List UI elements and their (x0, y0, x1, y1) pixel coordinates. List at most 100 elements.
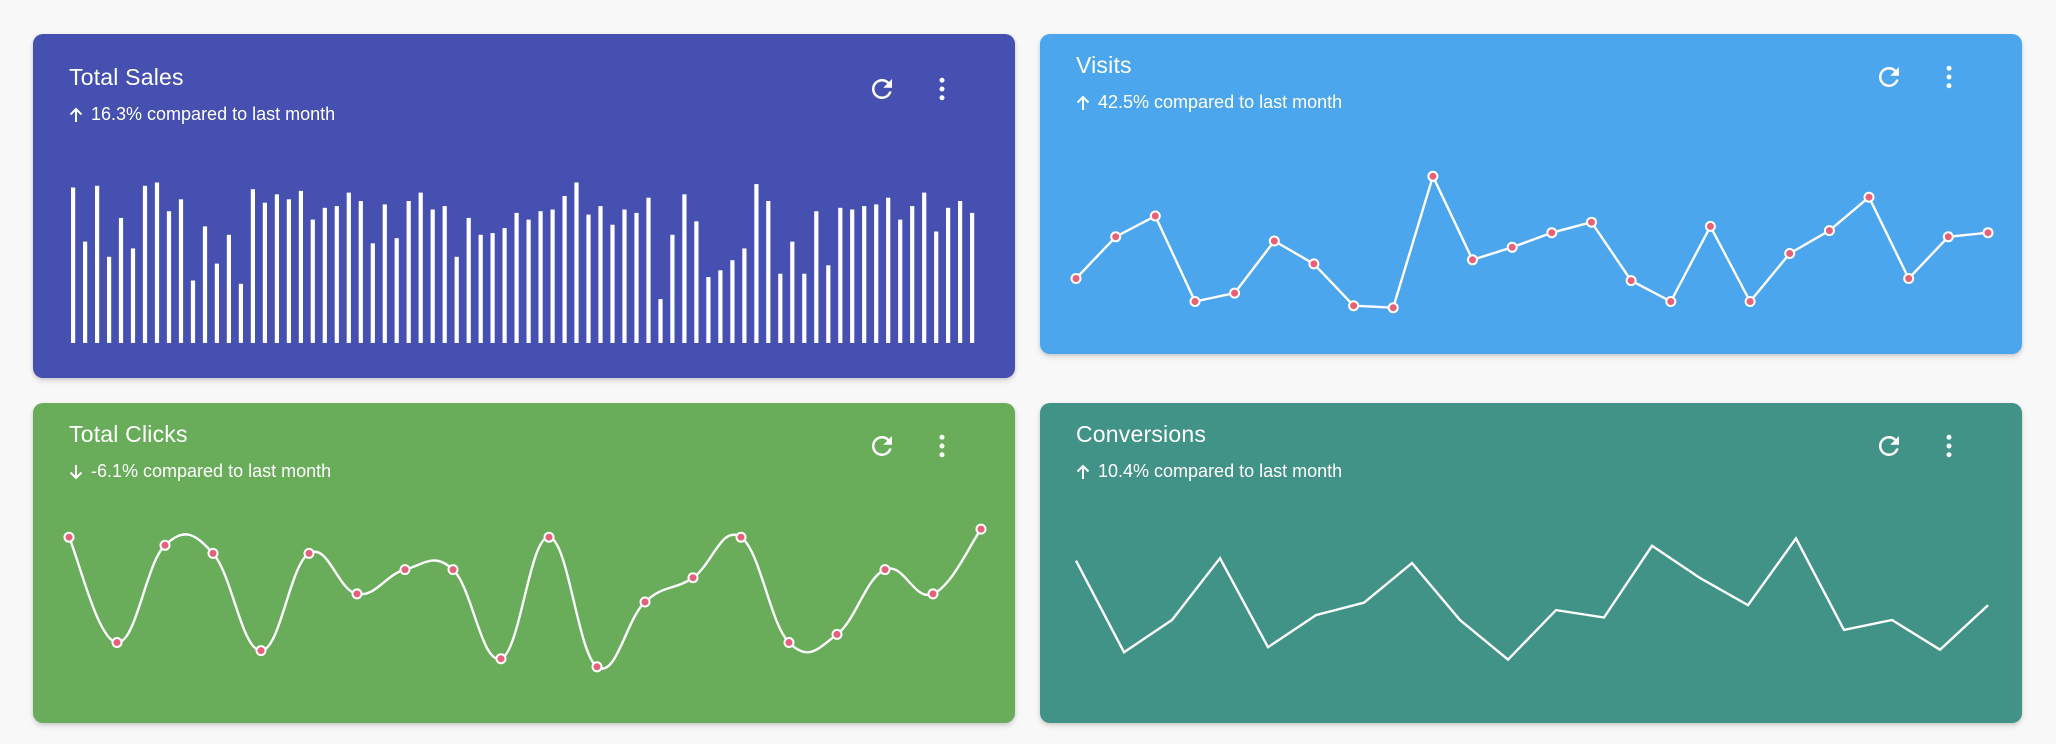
clicks-data-point (207, 547, 219, 559)
visits-data-point (1784, 248, 1796, 259)
sales-bar (910, 206, 915, 343)
clicks-data-point (303, 547, 315, 559)
sales-bar (178, 199, 184, 343)
conversions-line (1074, 536, 1989, 662)
clicks-curve (67, 528, 982, 670)
visits-data-point (1744, 296, 1756, 307)
clicks-data-point (975, 523, 987, 535)
sales-bar (934, 231, 939, 343)
visits-data-point (1863, 191, 1875, 203)
clicks-data-point (447, 564, 459, 576)
sales-bar (454, 256, 459, 343)
sales-bar (346, 192, 351, 343)
visits-data-point (1110, 231, 1122, 243)
sales-bar (310, 219, 315, 343)
sales-bar (874, 204, 879, 343)
visits-data-point (1665, 296, 1677, 307)
sales-bar (514, 212, 519, 343)
sales-bar (118, 217, 124, 343)
sales-bar (550, 209, 555, 343)
sales-bar (802, 273, 807, 343)
sales-bar (850, 209, 855, 343)
sales-bar (95, 185, 100, 343)
total-sales-card: Total Sales 16.3% compared to last month (33, 34, 1015, 378)
sales-bar (778, 273, 783, 343)
sales-bar (334, 206, 339, 343)
sales-bar (226, 234, 231, 343)
sales-bar (418, 192, 423, 343)
visits-line (1075, 175, 1989, 309)
sales-bar-chart (71, 182, 975, 343)
sales-bar (694, 221, 699, 343)
sales-bar (898, 219, 903, 343)
sales-bar (598, 206, 603, 343)
clicks-data-point (687, 572, 699, 584)
sales-bar (83, 241, 88, 343)
clicks-data-point (639, 596, 651, 608)
sales-bar (394, 238, 399, 343)
sales-bar (562, 196, 567, 343)
sales-bar (322, 207, 327, 343)
sales-bar (202, 226, 208, 343)
visits-data-point (1387, 302, 1399, 314)
visits-data-point (1704, 220, 1716, 232)
sales-bar (71, 187, 76, 343)
sales-bar (286, 199, 291, 343)
clicks-data-point (783, 637, 795, 648)
clicks-data-point (159, 539, 171, 551)
visits-data-point (1427, 170, 1439, 182)
sales-bar (730, 260, 735, 343)
sales-bar (574, 182, 579, 343)
sales-bar (358, 201, 363, 343)
clicks-data-point (879, 564, 891, 576)
clicks-line-chart (63, 523, 987, 673)
sales-bar (298, 190, 303, 343)
visits-data-point (1942, 231, 1954, 243)
sales-bar (838, 207, 843, 343)
conversions-card: Conversions 10.4% compared to last month (1040, 403, 2022, 723)
sales-bar (646, 197, 651, 343)
clicks-data-point (495, 653, 507, 665)
sales-bar (610, 224, 615, 343)
clicks-data-point (543, 531, 555, 543)
sales-bar (538, 211, 543, 343)
sales-bar (442, 206, 447, 343)
sales-bar (154, 182, 160, 343)
visits-data-point (1823, 225, 1835, 237)
visits-data-point (1506, 241, 1518, 253)
sales-bar (622, 209, 627, 343)
sales-bar (886, 197, 891, 343)
sales-bar (250, 189, 255, 343)
clicks-data-point (735, 531, 747, 543)
sales-bar (430, 209, 435, 343)
sales-bar (238, 283, 243, 343)
visits-data-point (1070, 273, 1082, 284)
sales-bar (370, 243, 375, 343)
visits-data-point (1348, 300, 1360, 312)
visits-data-point (1903, 273, 1915, 284)
sales-bar (826, 265, 831, 343)
sales-bar (970, 212, 975, 343)
clicks-data-point (111, 637, 123, 648)
visits-data-point (1546, 227, 1558, 239)
sales-bar (658, 299, 663, 343)
sales-bar (790, 241, 795, 343)
sales-bar (742, 248, 747, 343)
total-clicks-card: Total Clicks -6.1% compared to last mont… (33, 403, 1015, 723)
visits-data-point (1586, 216, 1597, 228)
sales-bar (946, 207, 951, 343)
visits-card: Visits 42.5% compared to last month (1040, 34, 2022, 354)
sales-bar (670, 234, 675, 343)
sales-bar (214, 263, 219, 343)
sales-bar (166, 211, 172, 343)
sales-bar (382, 204, 387, 343)
sales-bar (586, 214, 591, 343)
sales-bar (502, 228, 507, 343)
sales-bar (958, 201, 963, 343)
visits-data-point (1149, 210, 1161, 222)
sales-bar (466, 217, 471, 343)
sales-bar (274, 194, 279, 343)
sales-bar (766, 201, 771, 343)
visits-data-point (1467, 254, 1478, 266)
sales-bar (682, 194, 687, 343)
